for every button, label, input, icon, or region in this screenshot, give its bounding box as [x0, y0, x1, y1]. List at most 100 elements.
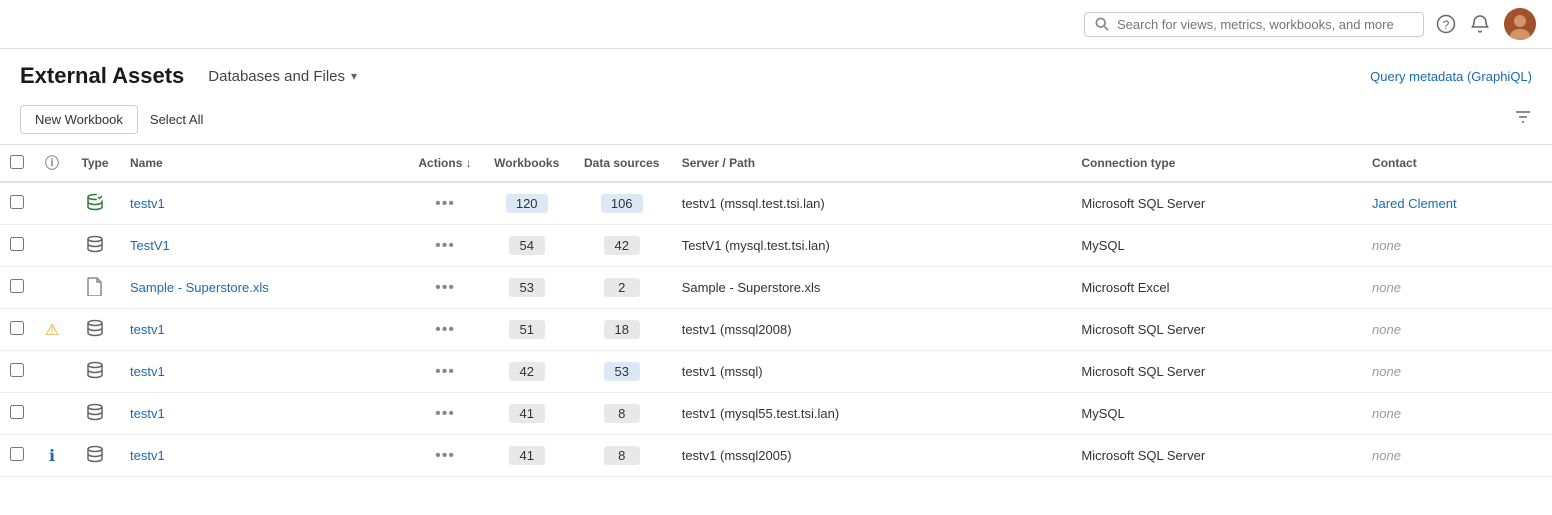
database-green-icon	[85, 192, 105, 212]
row-actions-button[interactable]: •••	[435, 363, 455, 380]
row-datasources-cell: 106	[572, 182, 672, 225]
row-name-link[interactable]: TestV1	[130, 238, 170, 253]
row-checkbox[interactable]	[10, 363, 24, 377]
row-name-cell: testv1	[120, 393, 408, 435]
row-name-cell: testv1	[120, 309, 408, 351]
row-connection-cell: Microsoft SQL Server	[1071, 351, 1362, 393]
row-checkbox[interactable]	[10, 321, 24, 335]
row-type-cell	[70, 393, 120, 435]
row-actions-cell: •••	[408, 351, 481, 393]
row-workbooks-cell: 54	[482, 225, 572, 267]
row-name-link[interactable]: testv1	[130, 406, 165, 421]
search-input[interactable]	[1117, 17, 1413, 32]
th-contact: Contact	[1362, 145, 1552, 183]
page-header-left: External Assets Databases and Files ▾	[20, 63, 365, 89]
row-checkbox[interactable]	[10, 447, 24, 461]
row-name-link[interactable]: testv1	[130, 196, 165, 211]
workbooks-badge: 41	[509, 446, 545, 465]
row-checkbox-cell	[0, 267, 34, 309]
row-alert-cell: ℹ	[34, 435, 70, 477]
table-row: ℹ testv1•••418testv1 (mssql2005)Microsof…	[0, 435, 1552, 477]
row-actions-button[interactable]: •••	[435, 195, 455, 212]
contact-none: none	[1372, 406, 1401, 421]
datasources-badge: 18	[604, 320, 640, 339]
row-server-cell: Sample - Superstore.xls	[672, 267, 1072, 309]
notifications-button[interactable]	[1470, 14, 1490, 34]
row-actions-button[interactable]: •••	[435, 237, 455, 254]
row-contact-cell: none	[1362, 393, 1552, 435]
select-all-checkbox[interactable]	[10, 155, 24, 169]
row-server-cell: testv1 (mssql.test.tsi.lan)	[672, 182, 1072, 225]
row-actions-button[interactable]: •••	[435, 447, 455, 464]
filter-icon[interactable]	[1514, 108, 1532, 131]
alert-info-icon[interactable]: ⓘ	[45, 155, 59, 171]
table-row: testv1 ••• 41 8testv1 (mysql55.test.tsi.lan…	[0, 393, 1552, 435]
contact-none: none	[1372, 322, 1401, 337]
row-checkbox-cell	[0, 182, 34, 225]
th-contact-label: Contact	[1372, 156, 1417, 170]
row-actions-button[interactable]: •••	[435, 405, 455, 422]
row-name-link[interactable]: testv1	[130, 364, 165, 379]
row-type-cell	[70, 182, 120, 225]
row-checkbox[interactable]	[10, 237, 24, 251]
th-workbooks-label: Workbooks	[494, 156, 559, 170]
database-icon	[85, 318, 105, 338]
workbooks-badge: 51	[509, 320, 545, 339]
row-connection-cell: MySQL	[1071, 393, 1362, 435]
row-actions-button[interactable]: •••	[435, 279, 455, 296]
row-server-cell: TestV1 (mysql.test.tsi.lan)	[672, 225, 1072, 267]
row-server-cell: testv1 (mssql)	[672, 351, 1072, 393]
contact-none: none	[1372, 238, 1401, 253]
table-row: testv1•••4253testv1 (mssql)Microsoft SQL…	[0, 351, 1552, 393]
database-icon	[85, 234, 105, 254]
row-workbooks-cell: 120	[482, 182, 572, 225]
workbooks-badge: 41	[509, 404, 545, 423]
row-name-cell: Sample - Superstore.xls	[120, 267, 408, 309]
row-actions-cell: •••	[408, 182, 481, 225]
row-name-cell: testv1	[120, 351, 408, 393]
row-name-link[interactable]: Sample - Superstore.xls	[130, 280, 269, 295]
select-all-button[interactable]: Select All	[150, 112, 203, 127]
th-alert: ⓘ	[34, 145, 70, 183]
row-datasources-cell: 42	[572, 225, 672, 267]
avatar[interactable]	[1504, 8, 1536, 40]
row-name-link[interactable]: testv1	[130, 448, 165, 463]
row-connection-cell: Microsoft SQL Server	[1071, 309, 1362, 351]
contact-none: none	[1372, 364, 1401, 379]
row-checkbox-cell	[0, 225, 34, 267]
row-checkbox[interactable]	[10, 195, 24, 209]
row-type-cell	[70, 225, 120, 267]
row-name-link[interactable]: testv1	[130, 322, 165, 337]
workbooks-badge: 42	[509, 362, 545, 381]
query-metadata-link[interactable]: Query metadata (GraphiQL)	[1370, 69, 1532, 84]
row-checkbox-cell	[0, 309, 34, 351]
search-box[interactable]	[1084, 12, 1424, 37]
row-datasources-cell: 8	[572, 393, 672, 435]
page-header: External Assets Databases and Files ▾ Qu…	[0, 49, 1552, 99]
row-actions-cell: •••	[408, 435, 481, 477]
new-workbook-button[interactable]: New Workbook	[20, 105, 138, 134]
chevron-down-icon: ▾	[351, 69, 357, 83]
toolbar: New Workbook Select All	[0, 99, 1552, 144]
row-checkbox[interactable]	[10, 279, 24, 293]
row-checkbox-cell	[0, 435, 34, 477]
th-select-all-checkbox[interactable]	[0, 145, 34, 183]
table-row: testv1 ••• 120 106 testv1 (mssql.test.tsi.la…	[0, 182, 1552, 225]
workbooks-badge: 53	[509, 278, 545, 297]
row-type-cell	[70, 351, 120, 393]
row-alert-cell	[34, 267, 70, 309]
datasources-badge: 106	[601, 194, 643, 213]
filter-dropdown[interactable]: Databases and Files ▾	[200, 64, 365, 89]
help-button[interactable]: ?	[1436, 14, 1456, 34]
row-actions-button[interactable]: •••	[435, 321, 455, 338]
workbooks-badge: 54	[509, 236, 545, 255]
datasources-badge: 42	[604, 236, 640, 255]
row-server-cell: testv1 (mysql55.test.tsi.lan)	[672, 393, 1072, 435]
row-name-cell: TestV1	[120, 225, 408, 267]
row-actions-cell: •••	[408, 309, 481, 351]
file-icon	[86, 276, 104, 296]
row-type-cell	[70, 309, 120, 351]
contact-link[interactable]: Jared Clement	[1372, 196, 1457, 211]
row-contact-cell: none	[1362, 267, 1552, 309]
row-checkbox[interactable]	[10, 405, 24, 419]
